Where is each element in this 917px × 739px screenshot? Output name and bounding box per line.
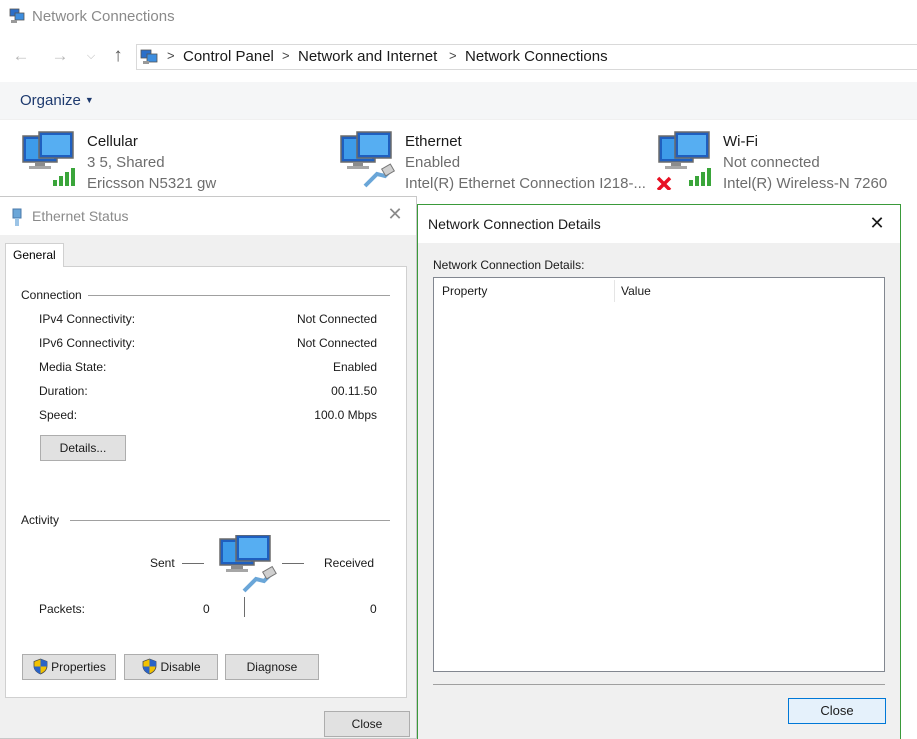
activity-group-label: Activity (21, 513, 65, 527)
ipv6-connectivity-label: IPv6 Connectivity: (39, 336, 135, 350)
address-bar[interactable]: > Control Panel > Network and Internet >… (136, 44, 917, 70)
close-icon[interactable]: ✕ (386, 205, 404, 223)
column-divider[interactable] (614, 280, 615, 302)
connection-name: Wi-Fi (723, 133, 758, 150)
received-label: Received (324, 556, 374, 570)
tab-general[interactable]: General (5, 243, 64, 267)
packets-sent-value: 0 (203, 602, 210, 616)
command-bar: Organize ▼ (0, 82, 917, 120)
cellular-connection-icon (21, 130, 81, 190)
network-activity-icon (216, 535, 282, 595)
media-state-label: Media State: (39, 360, 106, 374)
uac-shield-icon (141, 658, 158, 675)
dialog-title: Network Connection Details (428, 216, 601, 232)
details-button[interactable]: Details... (40, 435, 126, 461)
organize-menu-button[interactable]: Organize ▼ (20, 92, 94, 109)
breadcrumb-control-panel[interactable]: Control Panel (183, 48, 274, 65)
connection-device: Intel(R) Ethernet Connection I218-... (405, 175, 646, 192)
column-header-value[interactable]: Value (621, 284, 651, 298)
connection-item-wifi[interactable]: Wi-Fi Not connected Intel(R) Wireless-N … (657, 126, 917, 196)
network-connections-icon (9, 8, 26, 24)
status-close-button[interactable]: Close (324, 711, 410, 737)
connection-name: Ethernet (405, 133, 462, 150)
wifi-connection-icon (657, 130, 717, 190)
duration-value: 00.11.50 (331, 384, 377, 398)
close-icon[interactable]: ✕ (868, 214, 886, 232)
connection-item-ethernet[interactable]: Ethernet Enabled Intel(R) Ethernet Conne… (339, 126, 649, 196)
disable-button[interactable]: Disable (124, 654, 218, 680)
organize-label: Organize (20, 92, 81, 109)
ipv4-connectivity-value: Not Connected (297, 312, 377, 326)
breadcrumb-network-connections[interactable]: Network Connections (465, 48, 608, 65)
connection-item-cellular[interactable]: Cellular 3 5, Shared Ericsson N5321 gw (21, 126, 321, 196)
dialog-separator (433, 684, 885, 685)
properties-button[interactable]: Properties (22, 654, 116, 680)
recent-locations-chevron-icon[interactable]: ⌵ (81, 46, 101, 66)
dialog-title: Ethernet Status (32, 208, 129, 224)
network-connection-details-dialog: Network Connection Details ✕ Network Con… (417, 204, 901, 739)
breadcrumb-separator-icon: > (282, 48, 290, 63)
up-arrow-icon[interactable]: ↑ (108, 46, 128, 66)
ethernet-status-dialog: Ethernet Status ✕ General Connection IPv… (0, 196, 417, 739)
forward-arrow-icon[interactable]: → (50, 46, 70, 66)
details-close-button[interactable]: Close (788, 698, 886, 724)
control-panel-icon (140, 48, 159, 66)
navigation-bar: ← → ⌵ ↑ > Control Panel > Network and In… (0, 40, 917, 74)
group-divider (86, 295, 390, 296)
diagnose-button[interactable]: Diagnose (225, 654, 319, 680)
back-arrow-icon[interactable]: ← (11, 46, 31, 66)
column-header-property[interactable]: Property (442, 284, 487, 298)
caret-down-icon: ▼ (85, 95, 94, 105)
window-title: Network Connections (32, 8, 175, 25)
sent-label: Sent (150, 556, 175, 570)
connection-status: Not connected (723, 154, 820, 171)
duration-label: Duration: (39, 384, 88, 398)
dialog-title-bar: Ethernet Status ✕ (0, 197, 416, 235)
packets-received-value: 0 (370, 602, 377, 616)
disable-label: Disable (160, 660, 200, 674)
ethernet-connection-icon (339, 130, 399, 190)
breadcrumb-separator-icon: > (167, 48, 175, 63)
dialog-title-bar: Network Connection Details ✕ (418, 205, 900, 243)
received-line (282, 563, 304, 564)
general-tab-panel: Connection IPv4 Connectivity: Not Connec… (5, 266, 407, 698)
connection-device: Ericsson N5321 gw (87, 175, 216, 192)
packets-divider (244, 597, 245, 617)
connection-name: Cellular (87, 133, 138, 150)
properties-label: Properties (51, 660, 106, 674)
connection-device: Intel(R) Wireless-N 7260 (723, 175, 887, 192)
window-title-bar: Network Connections (0, 0, 917, 34)
speed-value: 100.0 Mbps (314, 408, 377, 422)
connection-status: 3 5, Shared (87, 154, 165, 171)
connection-status: Enabled (405, 154, 460, 171)
connection-group-label: Connection (21, 288, 88, 302)
ipv4-connectivity-label: IPv4 Connectivity: (39, 312, 135, 326)
details-caption: Network Connection Details: (433, 258, 584, 272)
sent-line (182, 563, 204, 564)
breadcrumb-separator-icon: > (449, 48, 457, 63)
uac-shield-icon (32, 658, 49, 675)
media-state-value: Enabled (333, 360, 377, 374)
breadcrumb-network-and-internet[interactable]: Network and Internet (298, 48, 437, 65)
details-list[interactable]: Property Value (433, 277, 885, 672)
speed-label: Speed: (39, 408, 77, 422)
packets-label: Packets: (39, 602, 85, 616)
group-divider (70, 520, 390, 521)
ipv6-connectivity-value: Not Connected (297, 336, 377, 350)
ethernet-plug-icon (11, 207, 23, 227)
